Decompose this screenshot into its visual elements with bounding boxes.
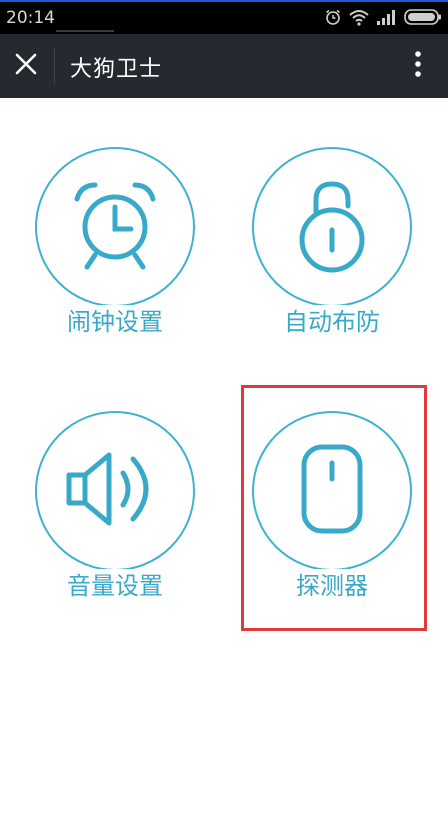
status-time: 20:14 [6,8,55,28]
detector-tile[interactable]: 探测器 [242,411,422,611]
title-divider [54,48,55,84]
detector-circle [252,411,412,571]
alarm-clock-icon [67,177,163,277]
alarm-settings-label: 闹钟设置 [25,305,205,339]
more-menu-button[interactable] [402,44,434,88]
wifi-icon [348,8,370,26]
padlock-icon [284,170,380,284]
alarm-settings-tile[interactable]: 闹钟设置 [25,147,205,347]
speaker-icon [63,441,167,541]
auto-arm-circle [252,147,412,307]
volume-settings-label: 音量设置 [25,569,205,603]
alarm-settings-circle [35,147,195,307]
auto-arm-tile[interactable]: 自动布防 [242,147,422,347]
auto-arm-label: 自动布防 [242,305,422,339]
volume-settings-tile[interactable]: 音量设置 [25,411,205,611]
close-button[interactable] [4,42,48,90]
battery-icon [404,8,442,26]
detector-icon [292,439,372,543]
signal-icon [376,8,398,26]
alarm-clock-icon [324,8,342,26]
status-icons [324,7,442,27]
volume-settings-circle [35,411,195,571]
status-bar-top-edge [0,0,448,2]
status-bar: 20:14 [0,0,448,34]
title-bar: 大狗卫士 [0,34,448,98]
close-icon [14,52,38,80]
more-vertical-icon [414,50,422,82]
status-indicator-line [56,30,114,32]
detector-label: 探测器 [242,569,422,603]
page-title: 大狗卫士 [70,57,163,82]
